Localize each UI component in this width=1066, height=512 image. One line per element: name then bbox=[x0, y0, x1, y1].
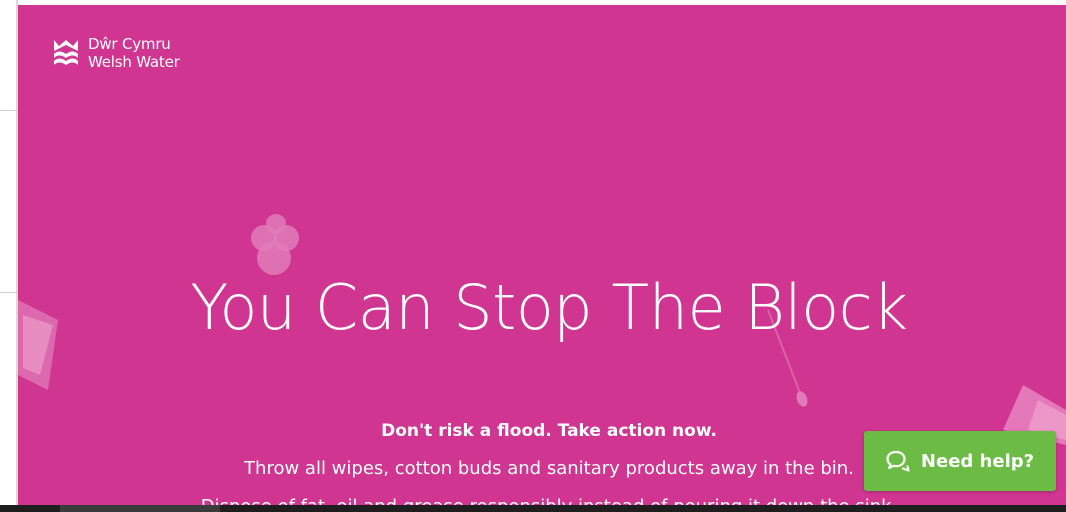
bottom-bar bbox=[0, 505, 1066, 512]
browser-left-edge bbox=[0, 0, 18, 512]
brand-name-welsh: Dŵr Cymru bbox=[88, 35, 171, 53]
welsh-water-crown-logo-icon bbox=[54, 40, 78, 65]
brand-name-english: Welsh Water bbox=[88, 53, 180, 71]
need-help-label: Need help? bbox=[920, 450, 1035, 472]
hero-headline: You Can Stop The Block bbox=[190, 271, 908, 344]
brand-name: Dŵr Cymru Welsh Water bbox=[88, 35, 180, 71]
logo[interactable]: Dŵr Cymru Welsh Water bbox=[52, 35, 180, 71]
need-help-button[interactable]: Need help? bbox=[864, 431, 1056, 491]
chat-bubbles-icon bbox=[886, 450, 910, 472]
